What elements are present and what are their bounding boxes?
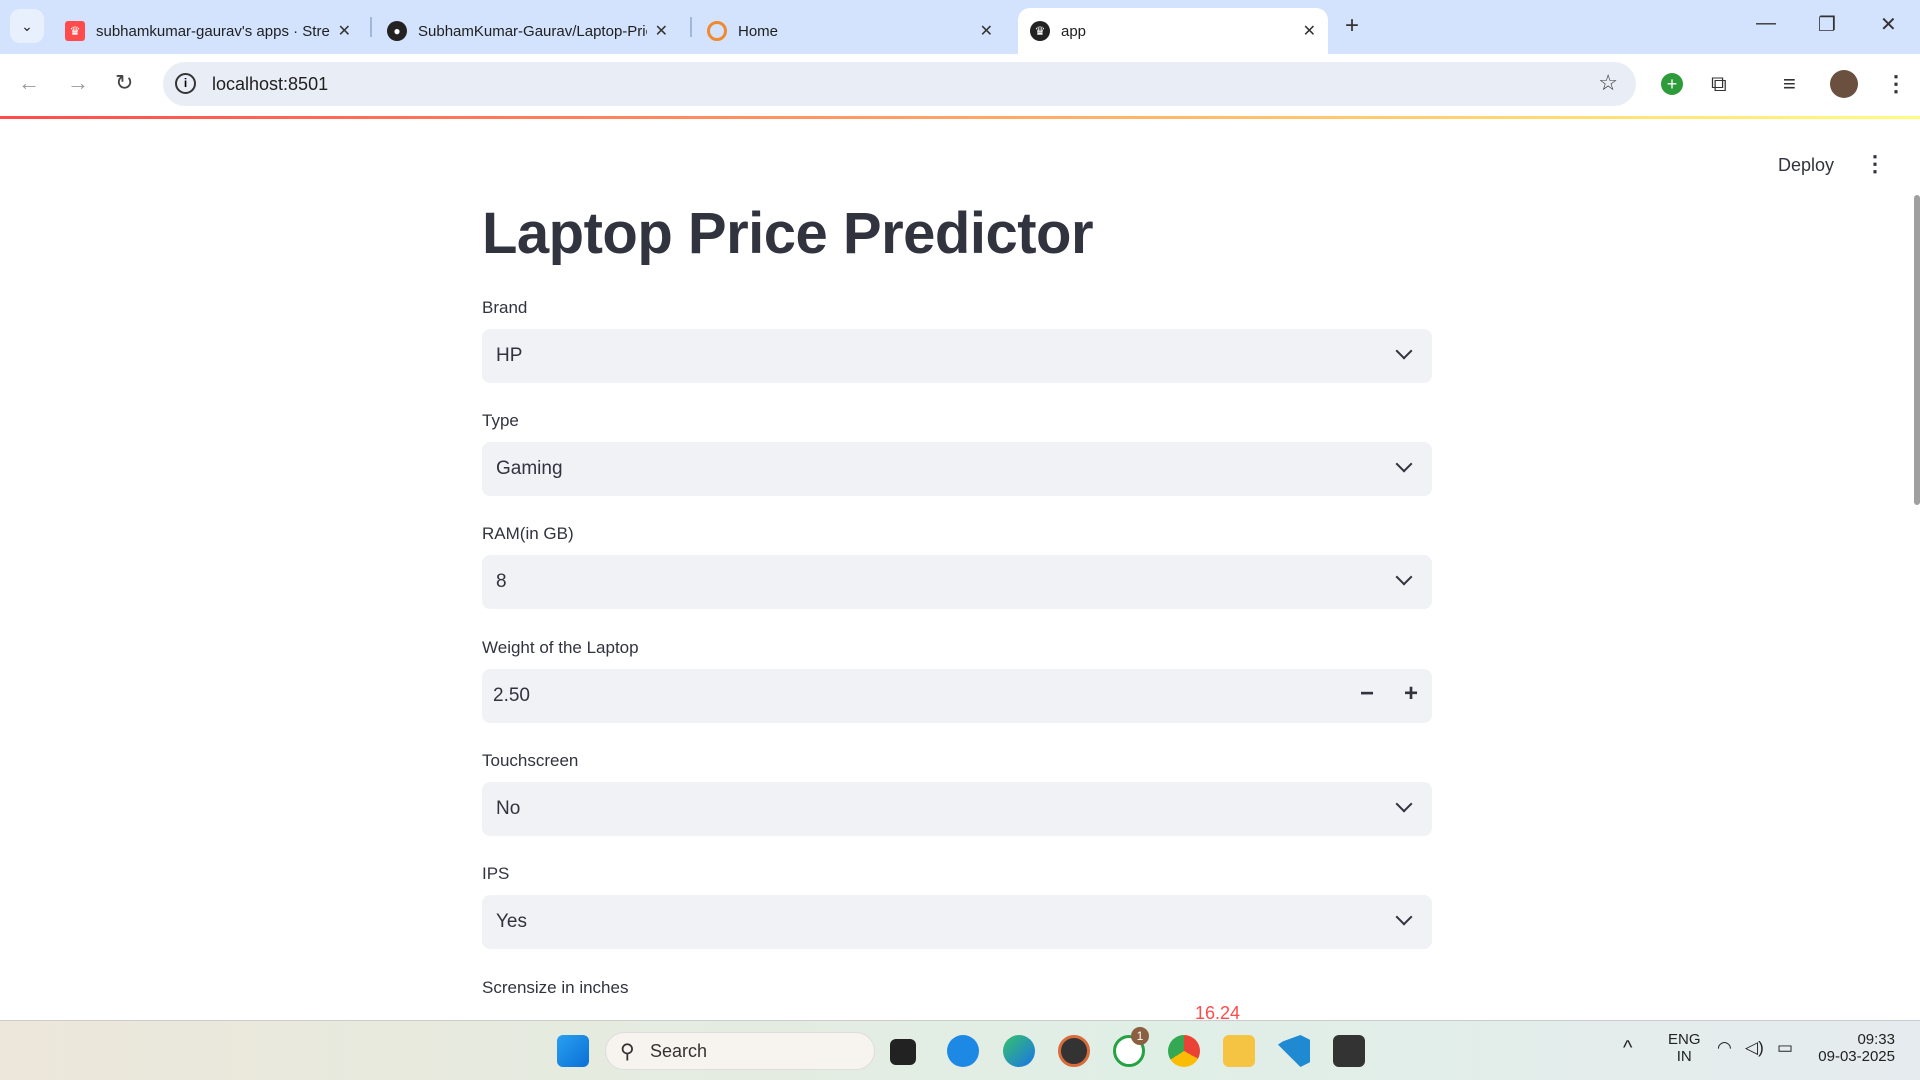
forward-icon[interactable]: → (67, 70, 89, 96)
show-hidden-icons[interactable]: ^ (1623, 1037, 1632, 1060)
selected-value: No (496, 798, 521, 819)
url-text[interactable]: localhost:8501 (212, 74, 328, 95)
notification-badge: 1 (1131, 1027, 1149, 1045)
touchscreen-select[interactable]: No (482, 782, 1432, 836)
file-explorer-icon[interactable] (1223, 1035, 1255, 1067)
type-select[interactable]: Gaming (482, 442, 1432, 496)
task-view-icon[interactable] (890, 1039, 916, 1065)
time-text: 09:33 (1857, 1031, 1895, 1048)
reload-icon[interactable]: ↻ (115, 70, 133, 96)
media-player-icon[interactable] (947, 1035, 979, 1067)
ram-select[interactable]: 8 (482, 555, 1432, 609)
profile-avatar[interactable] (1830, 70, 1858, 98)
player-app-icon[interactable] (1058, 1035, 1090, 1067)
tab-github[interactable]: ● SubhamKumar-Gaurav/Laptop-Price ✕ (375, 8, 680, 54)
clock[interactable]: 09:33 09-03-2025 (1815, 1031, 1895, 1065)
scrollbar[interactable] (1914, 195, 1920, 505)
selected-value: 8 (496, 571, 507, 592)
lang-text: ENG (1668, 1031, 1701, 1048)
type-select-field: Type Gaming (482, 411, 1432, 496)
loading-icon (707, 21, 727, 41)
browser-toolbar: ← → ↻ i localhost:8501 ☆ + ⧉ ≡ ⋮ (0, 54, 1920, 116)
increment-button[interactable]: + (1404, 680, 1418, 708)
close-icon[interactable]: ✕ (980, 21, 993, 41)
edge-icon[interactable] (1003, 1035, 1035, 1067)
terminal-icon[interactable] (1333, 1035, 1365, 1067)
ips-select-field: IPS Yes (482, 864, 1432, 949)
tab-title: SubhamKumar-Gaurav/Laptop-Price (418, 22, 647, 40)
tab-app[interactable]: ♛ app ✕ (1018, 8, 1328, 54)
selected-value: Gaming (496, 458, 563, 479)
language-indicator[interactable]: ENG IN (1668, 1031, 1701, 1065)
tab-title: Home (738, 22, 779, 40)
date-text: 09-03-2025 (1818, 1048, 1895, 1065)
bookmark-star-icon[interactable]: ☆ (1598, 70, 1618, 96)
touchscreen-select-field: Touchscreen No (482, 751, 1432, 836)
field-label: Scrensize in inches (482, 978, 629, 997)
weight-number-input[interactable]: 2.50 − + (482, 669, 1432, 723)
chrome-icon[interactable] (1168, 1035, 1200, 1067)
field-label: Type (482, 411, 519, 430)
decrement-button[interactable]: − (1360, 680, 1374, 708)
extension-add-icon[interactable]: + (1661, 73, 1683, 95)
close-window-button[interactable]: ✕ (1880, 12, 1897, 37)
tab-home[interactable]: Home ✕ (695, 8, 1005, 54)
new-tab-button[interactable]: + (1345, 12, 1359, 40)
close-icon[interactable]: ✕ (1303, 21, 1316, 41)
media-control-icon[interactable]: ≡ (1783, 71, 1796, 97)
page-title: Laptop Price Predictor (482, 201, 1094, 266)
streamlit-icon: ♛ (1030, 21, 1050, 41)
screensize-slider-field: Scrensize in inches (482, 978, 1432, 1005)
selected-value: HP (496, 345, 523, 366)
volume-icon[interactable]: ◁) (1745, 1038, 1764, 1058)
address-bar[interactable]: i localhost:8501 ☆ (163, 62, 1636, 106)
chevron-down-icon (1395, 568, 1413, 586)
weight-input-field: Weight of the Laptop 2.50 − + (482, 638, 1432, 723)
field-label: RAM(in GB) (482, 524, 574, 543)
vscode-icon[interactable] (1278, 1035, 1310, 1067)
brand-select[interactable]: HP (482, 329, 1432, 383)
streamlit-icon: ♛ (65, 21, 85, 41)
windows-start-icon[interactable] (557, 1035, 589, 1067)
field-label: Touchscreen (482, 751, 579, 770)
close-icon[interactable]: ✕ (338, 21, 351, 41)
ram-select-field: RAM(in GB) 8 (482, 524, 1432, 609)
chevron-down-icon (1395, 455, 1413, 473)
selected-value: Yes (496, 911, 527, 932)
tab-title: subhamkumar-gaurav's apps · Streamlit (96, 22, 330, 40)
battery-icon[interactable]: ▭ (1777, 1038, 1793, 1058)
tab-search-button[interactable]: ⌄ (10, 9, 44, 43)
back-icon[interactable]: ← (18, 70, 40, 96)
restore-button[interactable]: ❐ (1818, 12, 1836, 37)
tab-streamlit-apps[interactable]: ♛ subhamkumar-gaurav's apps · Streamlit … (53, 8, 363, 54)
site-info-icon[interactable]: i (175, 73, 196, 94)
field-label: Brand (482, 298, 528, 317)
tab-strip: ⌄ ♛ subhamkumar-gaurav's apps · Streamli… (0, 0, 1920, 54)
brand-select-field: Brand HP (482, 298, 1432, 383)
search-label: Search (650, 1041, 708, 1061)
main-menu-icon[interactable]: ⋮ (1864, 151, 1886, 177)
extensions-icon[interactable]: ⧉ (1711, 71, 1727, 97)
taskbar: ⚲ Search 1 ^ ENG IN ◠ ◁) ▭ 09:33 09-03-2025 (0, 1020, 1920, 1080)
taskbar-search[interactable]: ⚲ Search (605, 1032, 875, 1070)
github-icon: ● (387, 21, 407, 41)
close-icon[interactable]: ✕ (655, 21, 668, 41)
menu-icon[interactable]: ⋮ (1885, 71, 1907, 97)
region-text: IN (1676, 1048, 1692, 1065)
chevron-down-icon (1395, 908, 1413, 926)
ips-select[interactable]: Yes (482, 895, 1432, 949)
tab-title: app (1061, 22, 1087, 40)
chevron-down-icon (1395, 795, 1413, 813)
field-label: IPS (482, 864, 510, 883)
search-icon: ⚲ (620, 1041, 635, 1063)
chevron-down-icon (1395, 342, 1413, 360)
minimize-button[interactable]: — (1756, 12, 1776, 35)
wifi-icon[interactable]: ◠ (1717, 1038, 1732, 1058)
streamlit-header-decoration (0, 116, 1920, 119)
input-value[interactable]: 2.50 (493, 685, 530, 707)
field-label: Weight of the Laptop (482, 638, 639, 657)
deploy-button[interactable]: Deploy (1778, 155, 1834, 176)
